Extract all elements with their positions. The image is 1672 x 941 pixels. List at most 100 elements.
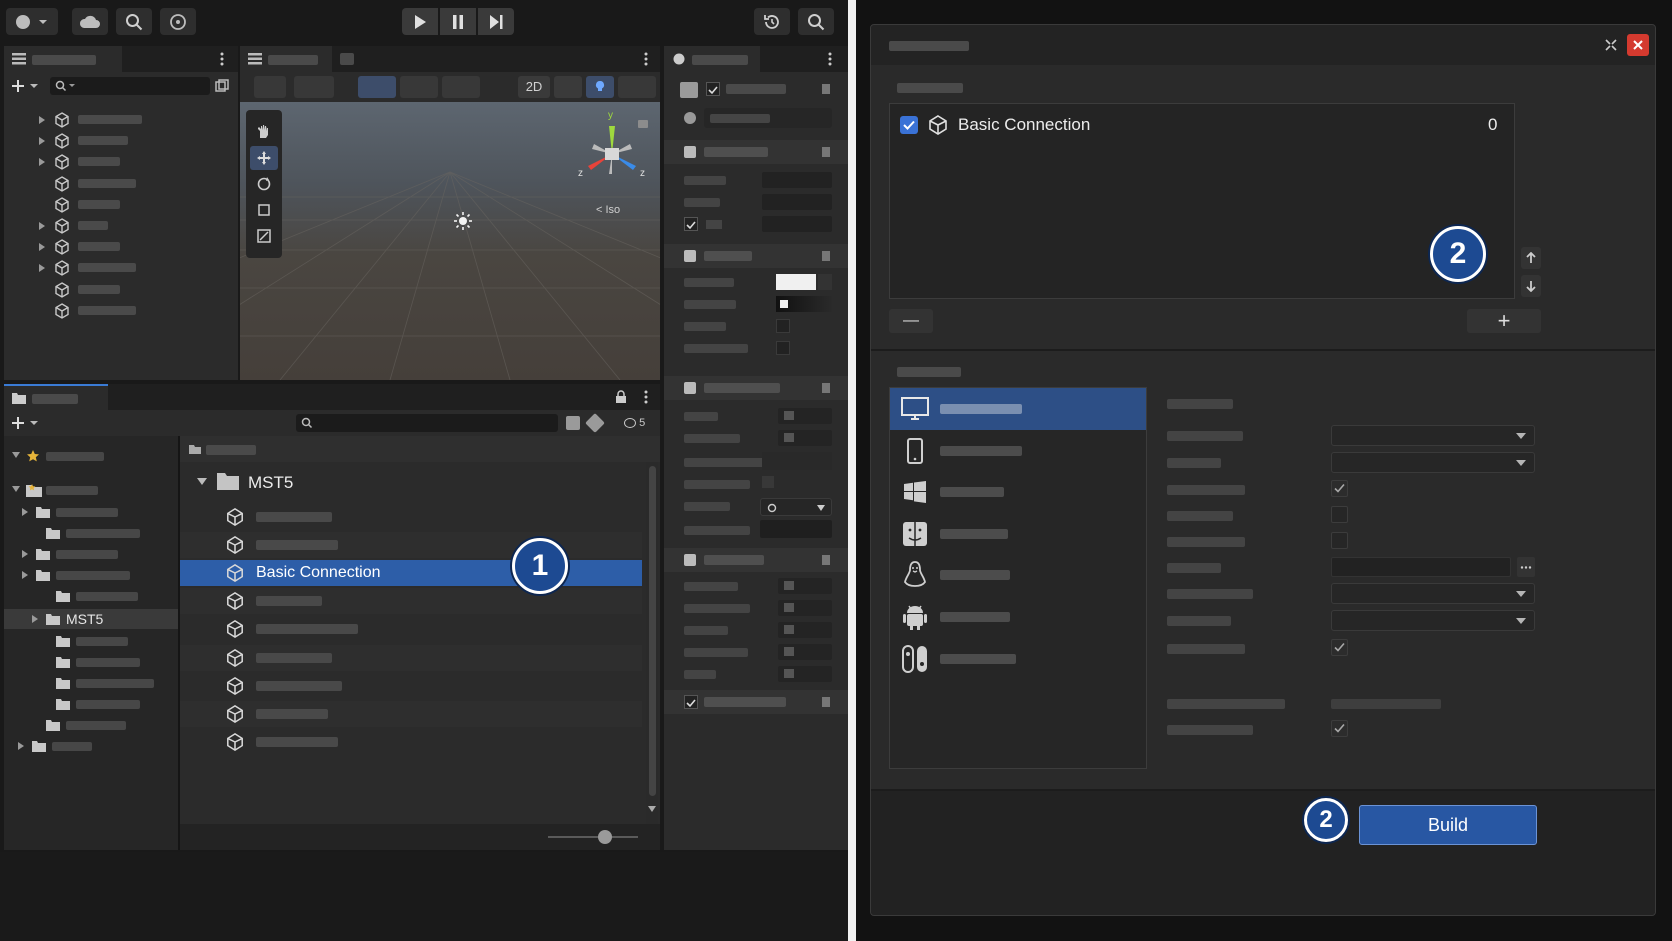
asset-row[interactable]: Basic Connection xyxy=(180,560,642,587)
projection-label[interactable]: < Iso xyxy=(596,204,620,216)
property-field[interactable] xyxy=(762,216,832,232)
effects-dropdown[interactable] xyxy=(618,76,656,98)
expand-arrow-icon[interactable] xyxy=(39,243,47,252)
section-menu-icon[interactable] xyxy=(822,147,830,157)
section-menu-icon[interactable] xyxy=(822,251,830,261)
lock-icon[interactable] xyxy=(614,389,628,405)
browse-button[interactable] xyxy=(1517,557,1535,577)
hierarchy-row[interactable] xyxy=(4,216,238,236)
scrollbar-thumb[interactable] xyxy=(649,466,656,796)
hierarchy-row[interactable] xyxy=(4,258,238,278)
asset-row[interactable] xyxy=(180,504,642,530)
property-toggle[interactable] xyxy=(784,603,794,612)
property-checkbox[interactable] xyxy=(776,341,790,355)
platform-item[interactable] xyxy=(890,388,1146,430)
hierarchy-row[interactable] xyxy=(4,301,238,321)
project-search-input[interactable] xyxy=(296,414,558,432)
expand-arrow-icon[interactable] xyxy=(39,222,47,230)
folder-tree-row[interactable] xyxy=(4,523,178,543)
hierarchy-row[interactable] xyxy=(4,131,238,151)
hierarchy-row[interactable] xyxy=(4,174,238,194)
section-menu-icon[interactable] xyxy=(822,383,830,393)
step-button[interactable] xyxy=(478,8,514,35)
property-field[interactable] xyxy=(760,520,832,538)
lighting-toggle[interactable] xyxy=(586,76,614,98)
create-dropdown[interactable] xyxy=(10,414,40,432)
asset-row[interactable] xyxy=(180,588,642,615)
maximize-icon[interactable] xyxy=(1601,35,1621,55)
setting-path-field[interactable] xyxy=(1331,557,1511,577)
scene-visibility-icon[interactable] xyxy=(214,78,230,94)
expand-arrow-icon[interactable] xyxy=(39,264,47,273)
expand-arrow-icon[interactable] xyxy=(22,508,30,516)
close-button[interactable] xyxy=(1627,34,1649,56)
property-toggle[interactable] xyxy=(784,625,794,634)
setting-checkbox[interactable] xyxy=(1331,720,1348,737)
rect-tool-icon[interactable] xyxy=(250,198,278,222)
property-toggle[interactable] xyxy=(784,581,794,590)
folder-tree-row[interactable] xyxy=(4,715,178,735)
asset-row[interactable] xyxy=(180,673,642,699)
transform-section[interactable] xyxy=(664,140,848,164)
folder-name[interactable]: MST5 xyxy=(248,473,293,493)
section-menu-icon[interactable] xyxy=(822,697,830,707)
folder-tree-row[interactable] xyxy=(4,631,178,651)
scrollbar[interactable] xyxy=(646,462,658,824)
folder-tree-row[interactable] xyxy=(4,694,178,714)
property-field[interactable] xyxy=(762,452,832,470)
search-icon[interactable] xyxy=(116,8,152,35)
asset-row[interactable] xyxy=(180,532,642,559)
folder-tree-row[interactable]: MST5 xyxy=(4,609,178,629)
icon-size-slider-thumb[interactable] xyxy=(598,830,612,844)
expand-arrow-icon[interactable] xyxy=(12,486,20,494)
history-icon[interactable] xyxy=(754,8,790,35)
account-dropdown[interactable] xyxy=(6,8,58,35)
hierarchy-search-input[interactable] xyxy=(50,77,210,95)
directional-light-icon[interactable] xyxy=(452,210,474,232)
platform-item[interactable] xyxy=(890,596,1146,638)
build-button[interactable]: Build xyxy=(1359,805,1537,845)
folder-tree-row[interactable] xyxy=(4,480,178,500)
audio-toggle[interactable] xyxy=(554,76,582,98)
property-checkbox[interactable] xyxy=(776,319,790,333)
hierarchy-row[interactable] xyxy=(4,237,238,257)
folder-tree-row[interactable] xyxy=(4,586,178,606)
expand-arrow-icon[interactable] xyxy=(22,571,30,579)
folder-tree-row[interactable] xyxy=(4,502,178,522)
folder-tree-row[interactable] xyxy=(4,736,178,756)
scroll-down-icon[interactable] xyxy=(647,804,657,814)
hierarchy-tab[interactable] xyxy=(4,46,122,72)
light-section[interactable] xyxy=(664,244,848,268)
object-name-field[interactable] xyxy=(726,84,786,94)
kebab-menu-icon[interactable] xyxy=(824,51,836,67)
expand-arrow-icon[interactable] xyxy=(32,615,40,623)
expand-arrow-icon[interactable] xyxy=(22,550,30,558)
game-tab[interactable] xyxy=(340,53,354,65)
pause-button[interactable] xyxy=(440,8,476,35)
filter-type-icon[interactable] xyxy=(566,416,580,430)
setting-dropdown[interactable] xyxy=(1331,425,1535,446)
property-field[interactable] xyxy=(762,194,832,210)
expand-arrow-icon[interactable] xyxy=(39,158,47,167)
shading-dropdown[interactable] xyxy=(294,76,334,98)
inspector-tab[interactable] xyxy=(664,46,760,72)
scene-enabled-checkbox[interactable] xyxy=(900,116,918,134)
kebab-menu-icon[interactable] xyxy=(216,51,228,67)
global-search-icon[interactable] xyxy=(798,8,834,35)
property-toggle[interactable] xyxy=(784,433,794,442)
grid-dropdown[interactable] xyxy=(400,76,438,98)
mesh-section[interactable] xyxy=(664,376,848,400)
folder-tree-row[interactable] xyxy=(4,544,178,564)
snap-dropdown[interactable] xyxy=(442,76,480,98)
property-checkbox[interactable] xyxy=(684,217,698,231)
scene-list[interactable]: Basic Connection 0 xyxy=(889,103,1515,299)
property-dropdown[interactable] xyxy=(760,498,832,516)
hidden-packages-toggle[interactable]: 5 xyxy=(624,414,658,432)
hierarchy-row[interactable] xyxy=(4,152,238,172)
move-tool-icon[interactable] xyxy=(250,146,278,170)
hierarchy-row[interactable] xyxy=(4,280,238,300)
property-toggle[interactable] xyxy=(784,411,794,420)
tag-dropdown[interactable] xyxy=(704,108,832,128)
folder-tree-row[interactable] xyxy=(4,446,178,466)
setting-dropdown[interactable] xyxy=(1331,452,1535,473)
